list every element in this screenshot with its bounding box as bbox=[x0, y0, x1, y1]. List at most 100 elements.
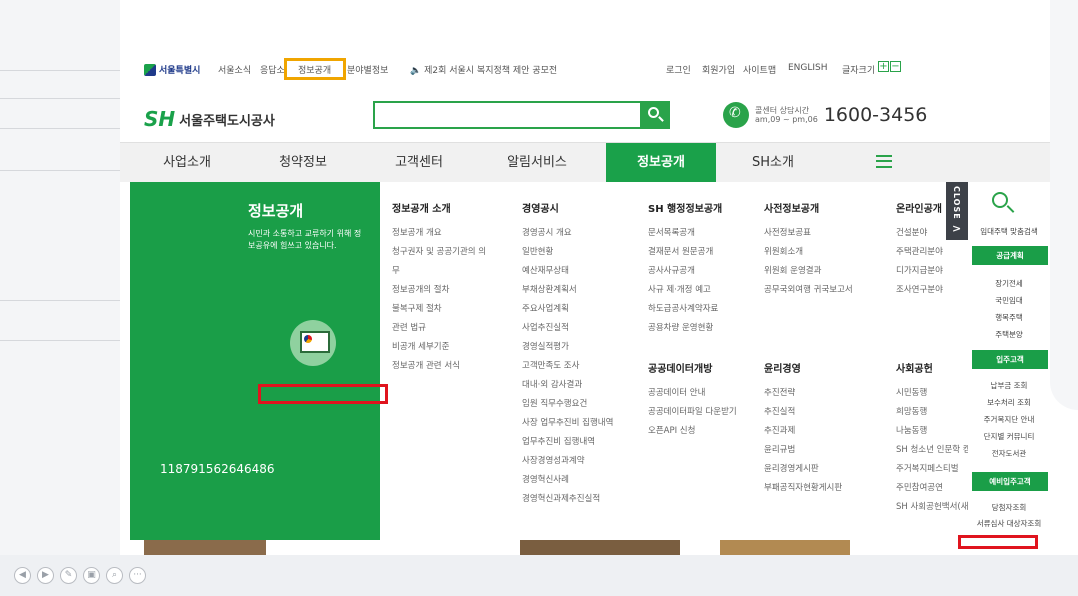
slides-icon[interactable]: ▣ bbox=[83, 567, 100, 584]
search-input[interactable] bbox=[373, 101, 643, 129]
menu-link[interactable]: 정보공개 관련 서식 bbox=[392, 357, 486, 376]
menu-link[interactable]: 경영혁신사례 bbox=[522, 471, 613, 490]
quick-link[interactable]: 주택분양 bbox=[968, 329, 1050, 340]
font-minus-button[interactable]: − bbox=[890, 61, 901, 72]
close-menu-button[interactable]: CLOSE > bbox=[946, 182, 968, 240]
quick-link[interactable]: 당첨자조회 bbox=[968, 502, 1050, 513]
menu-col-head[interactable]: SH 행정정보공개 bbox=[648, 200, 737, 215]
menu-link[interactable]: 추진실적 bbox=[764, 403, 853, 422]
menu-link[interactable]: 불복구제 절차 bbox=[392, 300, 486, 319]
quick-link[interactable]: 국민임대 bbox=[968, 295, 1050, 306]
menu-link[interactable]: 오픈API 신청 bbox=[648, 422, 737, 441]
menu-col-head[interactable]: 경영공시 bbox=[522, 200, 613, 215]
search-icon bbox=[648, 107, 659, 118]
menu-link[interactable]: 윤리경영게시판 bbox=[764, 460, 853, 479]
link-field-info[interactable]: 분야별정보 bbox=[347, 63, 388, 76]
menu-link[interactable]: 사장경영성과계약 bbox=[522, 452, 613, 471]
more-icon[interactable]: ··· bbox=[129, 567, 146, 584]
menu-link[interactable]: 결재문서 원문공개 bbox=[648, 243, 737, 262]
gnb-subscription[interactable]: 청약정보 bbox=[248, 143, 358, 183]
menu-link[interactable]: 대내·외 감사결과 bbox=[522, 376, 613, 395]
menu-link[interactable]: 고객만족도 조사 bbox=[522, 357, 613, 376]
menu-link[interactable]: 사전정보공표 bbox=[764, 224, 853, 243]
menu-link[interactable]: 정보공개 개요 bbox=[392, 224, 486, 243]
quick-link[interactable]: 보수처리 조회 bbox=[968, 397, 1050, 408]
menu-link[interactable]: 주요사업계획 bbox=[522, 300, 613, 319]
english-link[interactable]: ENGLISH bbox=[788, 63, 828, 73]
left-background bbox=[0, 0, 120, 596]
menu-link[interactable]: 하도급공사계약자료 bbox=[648, 300, 737, 319]
quick-head-prospective[interactable]: 예비입주고객 bbox=[972, 472, 1048, 491]
menu-link[interactable]: 정보공개의 절차 bbox=[392, 281, 486, 300]
quick-link[interactable]: 행복주택 bbox=[968, 312, 1050, 323]
gnb-customer-center[interactable]: 고객센터 bbox=[364, 143, 474, 183]
menu-link[interactable]: 공용차량 운영현황 bbox=[648, 319, 737, 338]
menu-link[interactable]: 위원회소개 bbox=[764, 243, 853, 262]
quick-link[interactable]: 단지별 커뮤니티 bbox=[968, 431, 1050, 442]
link-seoul-news[interactable]: 서울소식 bbox=[218, 63, 251, 76]
menu-link[interactable]: 임원 직무수행요건 bbox=[522, 395, 613, 414]
menu-link[interactable]: 일반현황 bbox=[522, 243, 613, 262]
menu-link[interactable]: 추진전략 bbox=[764, 384, 853, 403]
menu-link[interactable]: 사업추진실적 bbox=[522, 319, 613, 338]
menu-link[interactable]: 경영공시 개요 bbox=[522, 224, 613, 243]
menu-link[interactable]: 사장 업무추진비 집행내역 bbox=[522, 414, 613, 433]
menu-link[interactable]: 추진과제 bbox=[764, 422, 853, 441]
next-slide-icon[interactable]: ▶ bbox=[37, 567, 54, 584]
menu-col-head[interactable]: 공공데이터개방 bbox=[648, 360, 737, 375]
gnb-info-disclosure[interactable]: 정보공개 bbox=[606, 143, 716, 183]
menu-link[interactable]: 윤리규범 bbox=[764, 441, 853, 460]
menu-link[interactable]: 부패공직자현황게시판 bbox=[764, 479, 853, 498]
link-eungdapso[interactable]: 응답소 bbox=[260, 63, 285, 76]
zoom-icon[interactable]: ⌕ bbox=[106, 567, 123, 584]
menu-link[interactable]: 업무추진비 집행내역 bbox=[522, 433, 613, 452]
menu-link[interactable]: 부채상환계획서 bbox=[522, 281, 613, 300]
gnb-business[interactable]: 사업소개 bbox=[132, 143, 242, 183]
phone-icon bbox=[723, 102, 749, 128]
menu-link[interactable]: 위원회 운영결과 bbox=[764, 262, 853, 281]
quick-head-supply[interactable]: 공급계획 bbox=[972, 246, 1048, 265]
quick-link[interactable]: 서류심사 대상자조회 bbox=[968, 518, 1050, 529]
sitemap-link[interactable]: 사이트맵 bbox=[743, 63, 776, 76]
gnb-alert-service[interactable]: 알림서비스 bbox=[482, 143, 592, 183]
menu-link[interactable]: 사규 제·개정 예고 bbox=[648, 281, 737, 300]
banner-strip bbox=[720, 540, 850, 555]
menu-link[interactable]: 청구권자 및 공공기관의 의 bbox=[392, 243, 486, 262]
quick-link[interactable]: 주거복지단 안내 bbox=[968, 414, 1050, 425]
menu-link[interactable]: 비공개 세부기준 bbox=[392, 338, 486, 357]
menu-link[interactable]: 공공데이터 안내 bbox=[648, 384, 737, 403]
quick-link[interactable]: 납부금 조회 bbox=[968, 380, 1050, 391]
login-link[interactable]: 로그인 bbox=[666, 63, 691, 76]
presentation-bottom-bar bbox=[0, 555, 1078, 596]
quick-link[interactable]: 장기전세 bbox=[968, 278, 1050, 289]
menu-link[interactable]: 예산재무상태 bbox=[522, 262, 613, 281]
notice-rolling[interactable]: 🔈 제2회 서울시 복지정책 제안 공모전 bbox=[410, 63, 557, 76]
menu-link[interactable]: 경영실적평가 bbox=[522, 338, 613, 357]
search-button[interactable] bbox=[640, 101, 670, 129]
font-plus-button[interactable]: + bbox=[878, 61, 889, 72]
menu-col-head[interactable]: 정보공개 소개 bbox=[392, 200, 486, 215]
sh-logo[interactable]: SH 서울주택도시공사 bbox=[144, 107, 275, 131]
seoul-logo[interactable]: 서울특별시 bbox=[144, 63, 200, 76]
quick-link[interactable]: 전자도서관 bbox=[968, 448, 1050, 459]
menu-link[interactable]: 문서목록공개 bbox=[648, 224, 737, 243]
signup-link[interactable]: 회원가입 bbox=[702, 63, 735, 76]
quick-head-residents[interactable]: 입주고객 bbox=[972, 350, 1048, 369]
rental-search-caption[interactable]: 임대주택 맞춤검색 bbox=[968, 226, 1050, 237]
pen-icon[interactable]: ✎ bbox=[60, 567, 77, 584]
gnb-sh-intro[interactable]: SH소개 bbox=[718, 143, 828, 183]
menu-link[interactable]: 공공데이터파일 다운받기 bbox=[648, 403, 737, 422]
menu-hamburger-icon[interactable] bbox=[876, 155, 892, 168]
chevron-right-icon: > bbox=[952, 222, 962, 235]
prev-slide-icon[interactable]: ◀ bbox=[14, 567, 31, 584]
menu-link[interactable]: 관련 법규 bbox=[392, 319, 486, 338]
banner-strip bbox=[520, 540, 680, 555]
menu-link[interactable]: 공무국외여행 귀국보고서 bbox=[764, 281, 853, 300]
menu-link[interactable]: 경영혁신과제추진실적 bbox=[522, 490, 613, 509]
menu-col-head[interactable]: 윤리경영 bbox=[764, 360, 853, 375]
mega-menu: 정보공개 시민과 소통하고 교류하기 위해 정보공유에 힘쓰고 있습니다. 11… bbox=[130, 182, 1050, 540]
rental-search-icon[interactable] bbox=[992, 192, 1008, 208]
menu-col-head[interactable]: 사전정보공개 bbox=[764, 200, 853, 215]
menu-link[interactable]: 무 bbox=[392, 262, 486, 281]
menu-link[interactable]: 공사사규공개 bbox=[648, 262, 737, 281]
